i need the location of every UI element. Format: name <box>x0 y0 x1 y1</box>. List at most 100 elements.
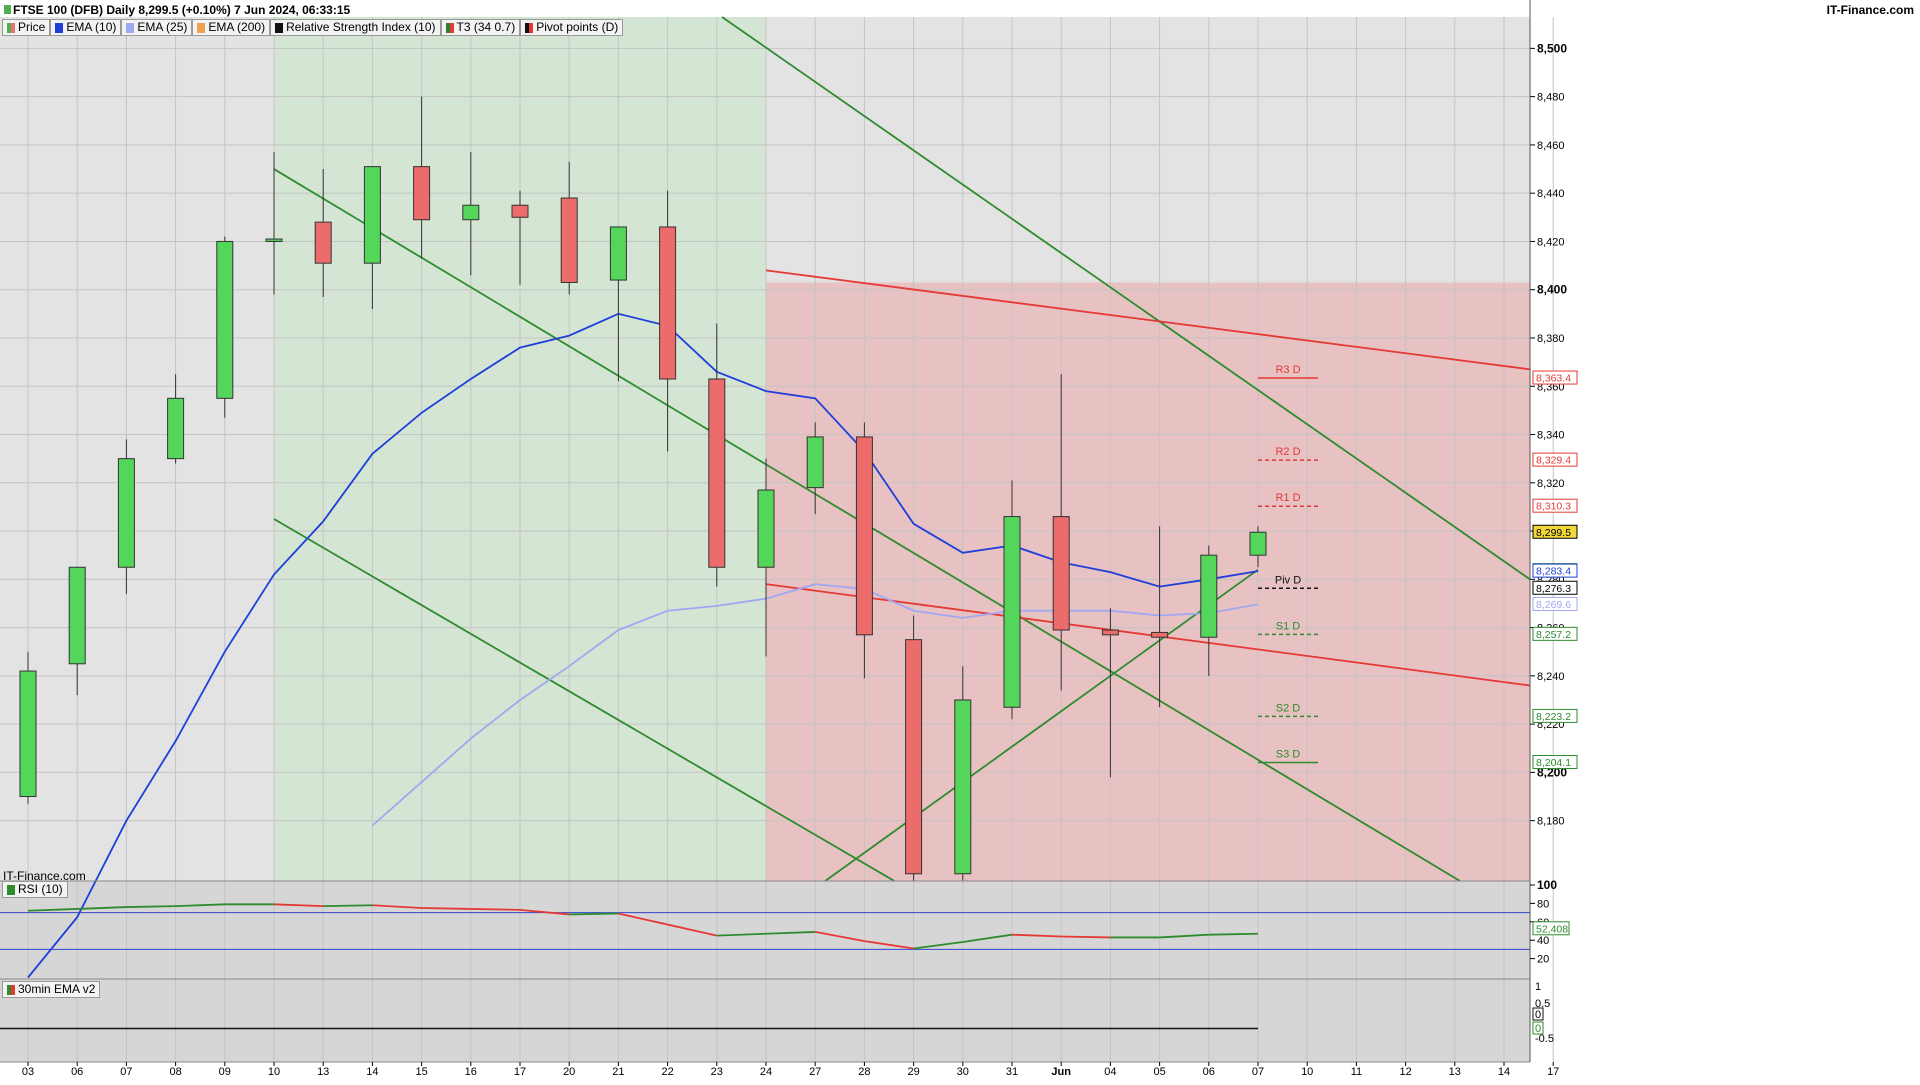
ema30-panel-label[interactable]: 30min EMA v2 <box>2 981 101 998</box>
legend-swatch-icon <box>7 22 15 33</box>
rsi-line-segment <box>1208 932 1259 936</box>
pivot-label: Piv D <box>1275 574 1301 586</box>
price-axis-bg <box>1530 0 1920 1080</box>
legend-item[interactable]: T3 (34 0.7) <box>440 19 521 36</box>
y-tick-label: 8,440 <box>1537 188 1565 200</box>
x-tick-label: 29 <box>907 1066 919 1078</box>
x-tick-label: 21 <box>612 1066 624 1078</box>
rsi-tick-label: 40 <box>1537 935 1549 947</box>
price-tag-label: 8,276.3 <box>1536 583 1571 595</box>
legend-item[interactable]: EMA (10) <box>50 19 122 36</box>
pivot-label: S1 D <box>1276 620 1301 632</box>
price-tag-label: 8,310.3 <box>1536 501 1571 513</box>
x-tick-label: 09 <box>219 1066 231 1078</box>
chart-title: FTSE 100 (DFB) Daily 8,299.5 (+0.10%) 7 … <box>4 3 350 17</box>
title-icon <box>4 5 11 14</box>
legend-label: EMA (25) <box>137 20 188 34</box>
pivot-label: R2 D <box>1275 446 1300 458</box>
legend-item[interactable]: EMA (200) <box>192 19 271 36</box>
candle-body[interactable] <box>1200 554 1218 638</box>
rsi-tick-label: 80 <box>1537 898 1549 910</box>
x-tick-label: 16 <box>465 1066 477 1078</box>
x-tick-label: 30 <box>957 1066 969 1078</box>
candle-body[interactable] <box>1101 629 1119 636</box>
ema30-tick-label: 1 <box>1535 981 1541 993</box>
rsi-line-segment <box>470 908 521 911</box>
ema30-panel-bg[interactable] <box>0 979 1530 1062</box>
candle-body[interactable] <box>265 238 283 242</box>
candle-body[interactable] <box>1052 516 1070 631</box>
x-tick-label: 07 <box>1252 1066 1264 1078</box>
x-tick-label: 07 <box>120 1066 132 1078</box>
price-tag-label: 8,363.4 <box>1536 373 1571 385</box>
rsi-swatch-icon <box>7 884 15 895</box>
chart-zone <box>766 282 1530 881</box>
x-tick-label: 06 <box>71 1066 83 1078</box>
legend-label: Pivot points (D) <box>536 20 619 34</box>
candle-body[interactable] <box>659 226 677 380</box>
x-tick-label: 28 <box>858 1066 870 1078</box>
legend-item[interactable]: Pivot points (D) <box>520 19 624 36</box>
x-tick-label: 22 <box>661 1066 673 1078</box>
candle-body[interactable] <box>413 166 431 221</box>
candle-body[interactable] <box>905 639 923 875</box>
candle-body[interactable] <box>1151 631 1169 638</box>
candle-body[interactable] <box>560 197 578 283</box>
legend-swatch-icon <box>126 22 135 33</box>
price-tag-label: 8,204.1 <box>1536 757 1571 769</box>
x-tick-label: 27 <box>809 1066 821 1078</box>
x-tick-label: 08 <box>169 1066 181 1078</box>
x-tick-label: 31 <box>1006 1066 1018 1078</box>
candle-body[interactable] <box>363 166 381 264</box>
candle-body[interactable] <box>19 670 37 798</box>
x-tick-label: 15 <box>415 1066 427 1078</box>
price-tag-label: 8,283.4 <box>1536 566 1571 578</box>
legend-label: EMA (200) <box>208 20 266 34</box>
legend-label: T3 (34 0.7) <box>456 20 516 34</box>
legend-swatch-icon <box>445 22 454 33</box>
y-tick-label: 8,420 <box>1537 236 1565 248</box>
candle-body[interactable] <box>757 489 775 568</box>
legend-item[interactable]: Price <box>2 19 51 36</box>
price-tag-label: 8,269.6 <box>1536 599 1571 611</box>
candle-body[interactable] <box>954 699 972 875</box>
candle-body[interactable] <box>855 436 873 636</box>
candle-body[interactable] <box>216 240 234 399</box>
rsi-tick-label: 100 <box>1537 878 1557 892</box>
y-tick-label: 8,320 <box>1537 478 1565 490</box>
candle-body[interactable] <box>314 221 332 264</box>
x-tick-label: 17 <box>1547 1066 1559 1078</box>
legend-item[interactable]: EMA (25) <box>121 19 193 36</box>
y-tick-label: 8,240 <box>1537 671 1565 683</box>
rsi-line-segment <box>421 907 471 910</box>
y-tick-label: 8,340 <box>1537 430 1565 442</box>
candle-body[interactable] <box>511 204 529 218</box>
legend-item[interactable]: Relative Strength Index (10) <box>270 19 441 36</box>
candle-body[interactable] <box>68 566 86 665</box>
x-tick-label: 12 <box>1399 1066 1411 1078</box>
x-tick-label: Jun <box>1051 1066 1071 1078</box>
legend-label: Price <box>18 20 46 34</box>
rsi-panel-bg[interactable] <box>0 881 1530 979</box>
legend-label: EMA (10) <box>66 20 117 34</box>
candle-body[interactable] <box>167 397 185 460</box>
price-tag-label: 8,329.4 <box>1536 455 1571 467</box>
candle-body[interactable] <box>708 378 726 568</box>
y-tick-label: 8,480 <box>1537 92 1565 104</box>
chart-canvas[interactable]: R3 DR2 DR1 DPiv DS1 DS2 DS3 D8,1808,2008… <box>0 0 1920 1080</box>
x-tick-label: 03 <box>22 1066 34 1078</box>
x-tick-label: 05 <box>1153 1066 1165 1078</box>
rsi-panel-label[interactable]: RSI (10) <box>2 881 68 898</box>
price-tag-label: 8,257.2 <box>1536 629 1571 641</box>
candle-body[interactable] <box>462 204 480 221</box>
pivot-label: R1 D <box>1275 492 1300 504</box>
candle-body[interactable] <box>1003 516 1021 708</box>
candle-body[interactable] <box>806 436 824 489</box>
brand-name[interactable]: IT-Finance.com <box>1827 3 1914 17</box>
legend-swatch-icon <box>197 22 206 33</box>
chart-container[interactable]: R3 D R2 D R1 D Piv D S1 D S2 D S3 D 8,180 8,200 8… <box>0 0 1920 1080</box>
candle-body[interactable] <box>1249 531 1267 556</box>
candle-body[interactable] <box>117 458 135 568</box>
x-tick-label: 06 <box>1203 1066 1215 1078</box>
candle-body[interactable] <box>609 226 627 281</box>
